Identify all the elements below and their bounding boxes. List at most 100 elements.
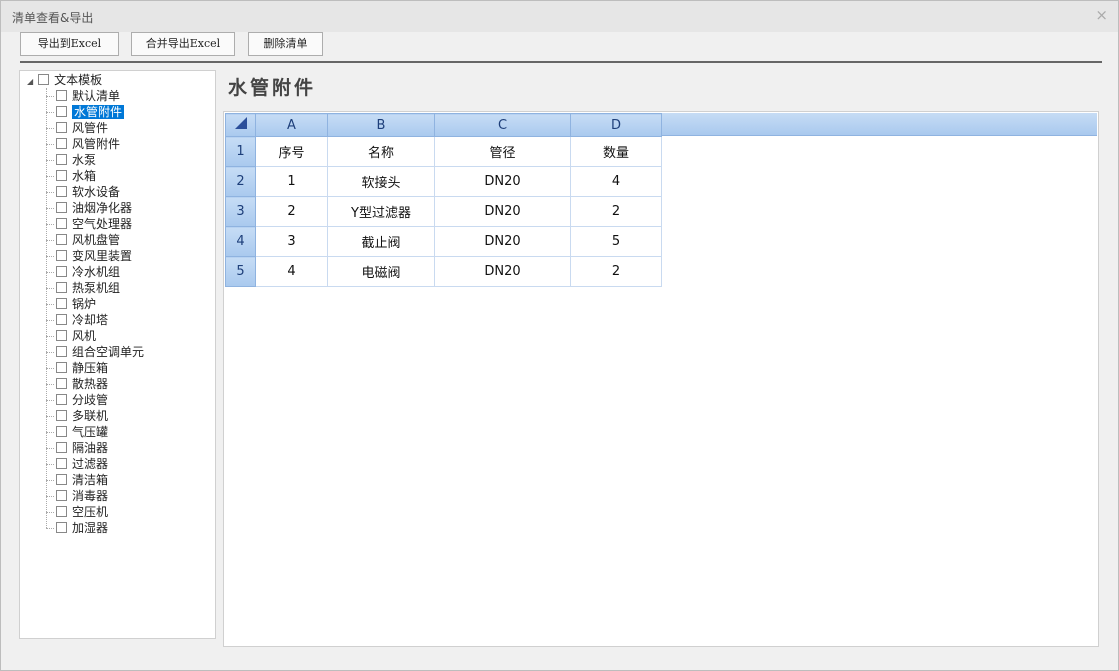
cell[interactable]: DN20 — [434, 166, 571, 197]
checkbox[interactable] — [56, 442, 67, 453]
tree-node[interactable]: 水泵 — [56, 152, 96, 168]
checkbox[interactable] — [56, 218, 67, 229]
tree-node[interactable]: 过滤器 — [56, 456, 108, 472]
checkbox[interactable] — [38, 74, 50, 85]
checkbox[interactable] — [56, 474, 67, 485]
checkbox[interactable] — [56, 394, 67, 405]
tree-node[interactable]: 清洁箱 — [56, 472, 108, 488]
tree-node[interactable]: 默认清单 — [56, 88, 120, 104]
checkbox[interactable] — [56, 154, 67, 165]
column-header[interactable]: A — [255, 113, 328, 137]
cell[interactable]: 4 — [570, 166, 662, 197]
cell[interactable]: DN20 — [434, 226, 571, 257]
checkbox[interactable] — [56, 410, 67, 421]
tree-node[interactable]: 水箱 — [56, 168, 96, 184]
tree-node[interactable]: 分歧管 — [56, 392, 108, 408]
cell[interactable]: 电磁阀 — [327, 256, 435, 287]
cell[interactable]: 2 — [255, 196, 328, 227]
tree-node[interactable]: 锅炉 — [56, 296, 96, 312]
cell[interactable]: DN20 — [434, 196, 571, 227]
tree-node[interactable]: 隔油器 — [56, 440, 108, 456]
checkbox[interactable] — [56, 378, 67, 389]
checkbox[interactable] — [56, 490, 67, 501]
checkbox[interactable] — [56, 202, 67, 213]
cell[interactable]: 数量 — [570, 136, 662, 167]
tree-node[interactable]: 风管附件 — [56, 136, 120, 152]
tree-node[interactable]: 气压罐 — [56, 424, 108, 440]
tree-node[interactable]: 多联机 — [56, 408, 108, 424]
cell[interactable]: Y型过滤器 — [327, 196, 435, 227]
checkbox[interactable] — [56, 250, 67, 261]
column-header[interactable]: C — [434, 113, 571, 137]
cell[interactable]: 5 — [570, 226, 662, 257]
tree-node[interactable]: 风管件 — [56, 120, 108, 136]
tree-node[interactable]: 空气处理器 — [56, 216, 132, 232]
checkbox[interactable] — [56, 282, 67, 293]
tree-guide-line — [46, 224, 54, 225]
cell[interactable]: 序号 — [255, 136, 328, 167]
tree-node[interactable]: 消毒器 — [56, 488, 108, 504]
tree-label: 风管件 — [72, 121, 109, 135]
export-excel-button[interactable]: 导出到Excel — [20, 32, 119, 56]
cell[interactable]: 4 — [255, 256, 328, 287]
cell[interactable]: 3 — [255, 226, 328, 257]
merge-export-excel-button[interactable]: 合并导出Excel — [131, 32, 235, 56]
cell[interactable]: DN20 — [434, 256, 571, 287]
checkbox[interactable] — [56, 122, 67, 133]
row-header[interactable]: 1 — [225, 136, 256, 167]
checkbox[interactable] — [56, 362, 67, 373]
checkbox[interactable] — [56, 330, 67, 341]
tree-node-root[interactable]: ◢ 文本模板 — [27, 72, 102, 88]
tree-node[interactable]: 软水设备 — [56, 184, 120, 200]
tree-node[interactable]: 空压机 — [56, 504, 108, 520]
checkbox[interactable] — [56, 106, 67, 117]
cell[interactable]: 名称 — [327, 136, 435, 167]
row-header[interactable]: 2 — [225, 166, 256, 197]
table-row: 3 2 Y型过滤器 DN20 2 — [225, 196, 662, 227]
checkbox[interactable] — [56, 522, 67, 533]
tree-label: 加湿器 — [72, 521, 109, 535]
tree-node[interactable]: 静压箱 — [56, 360, 108, 376]
checkbox[interactable] — [56, 346, 67, 357]
checkbox[interactable] — [56, 186, 67, 197]
tree-node[interactable]: 热泵机组 — [56, 280, 120, 296]
tree-node[interactable]: 变风里装置 — [56, 248, 132, 264]
checkbox[interactable] — [56, 314, 67, 325]
tree-node[interactable]: 组合空调单元 — [56, 344, 144, 360]
tree-node[interactable]: 冷却塔 — [56, 312, 108, 328]
collapse-arrow-icon[interactable]: ◢ — [27, 77, 33, 86]
tree-node[interactable]: 风机盘管 — [56, 232, 120, 248]
cell[interactable]: 截止阀 — [327, 226, 435, 257]
checkbox[interactable] — [56, 234, 67, 245]
column-header[interactable]: D — [570, 113, 662, 137]
checkbox[interactable] — [56, 138, 67, 149]
checkbox[interactable] — [56, 458, 67, 469]
checkbox[interactable] — [56, 426, 67, 437]
tree-label: 锅炉 — [72, 297, 97, 311]
tree-label: 文本模板 — [54, 73, 103, 87]
spreadsheet[interactable]: A B C D 1 序号 名称 管径 数量 2 1 软接头 DN20 4 3 2 Y型过滤器 DN20 2 4 3 截止阀… — [223, 111, 1099, 647]
tree-node[interactable]: 风机 — [56, 328, 96, 344]
close-icon[interactable]: × — [1095, 6, 1108, 24]
cell[interactable]: 软接头 — [327, 166, 435, 197]
checkbox[interactable] — [56, 266, 67, 277]
cell[interactable]: 管径 — [434, 136, 571, 167]
delete-list-button[interactable]: 删除清单 — [248, 32, 323, 56]
tree-node[interactable]: 水管附件 — [56, 104, 125, 120]
tree-node[interactable]: 散热器 — [56, 376, 108, 392]
checkbox[interactable] — [56, 506, 67, 517]
tree-node[interactable]: 油烟净化器 — [56, 200, 132, 216]
cell[interactable]: 2 — [570, 196, 662, 227]
tree-node[interactable]: 冷水机组 — [56, 264, 120, 280]
row-header[interactable]: 5 — [225, 256, 256, 287]
select-all-corner[interactable] — [225, 113, 256, 137]
checkbox[interactable] — [56, 298, 67, 309]
cell[interactable]: 2 — [570, 256, 662, 287]
tree-node[interactable]: 加湿器 — [56, 520, 108, 536]
cell[interactable]: 1 — [255, 166, 328, 197]
checkbox[interactable] — [56, 170, 67, 181]
row-header[interactable]: 4 — [225, 226, 256, 257]
row-header[interactable]: 3 — [225, 196, 256, 227]
checkbox[interactable] — [56, 90, 67, 101]
column-header[interactable]: B — [327, 113, 435, 137]
